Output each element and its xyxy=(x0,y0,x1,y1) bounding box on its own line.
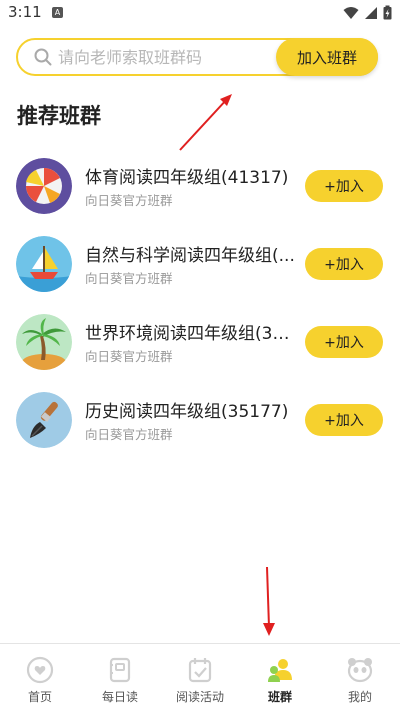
notebook-icon xyxy=(109,657,131,683)
battery-icon xyxy=(383,5,392,20)
group-title: 体育阅读四年级组(41317) xyxy=(85,168,289,188)
signal-icon xyxy=(365,6,377,19)
status-icons xyxy=(343,5,392,20)
annotation-arrow-nav xyxy=(263,566,275,636)
group-row[interactable]: 历史阅读四年级组(35177) 向日葵官方班群 +加入 xyxy=(0,392,400,452)
group-title: 自然与科学阅读四年级组(... xyxy=(85,246,295,266)
panda-face-icon xyxy=(347,658,373,683)
nav-item-reading-activity[interactable]: 阅读活动 xyxy=(160,656,240,705)
group-title: 历史阅读四年级组(35177) xyxy=(85,402,289,422)
join-group-button[interactable]: +加入 xyxy=(305,170,383,202)
nav-item-mine[interactable]: 我的 xyxy=(320,656,400,705)
search-bar: 加入班群 xyxy=(16,38,378,76)
group-subtitle: 向日葵官方班群 xyxy=(85,349,173,364)
nav-label: 我的 xyxy=(347,690,372,704)
calendar-check-icon xyxy=(188,658,212,683)
search-icon xyxy=(34,48,52,66)
notification-badge: A xyxy=(52,7,63,18)
group-subtitle: 向日葵官方班群 xyxy=(85,193,173,208)
bottom-nav: 首页 每日读 阅读活动 班群 我的 xyxy=(0,643,400,711)
palm-tree-icon xyxy=(16,314,72,370)
beach-ball-icon xyxy=(16,158,72,214)
group-row[interactable]: 自然与科学阅读四年级组(... 向日葵官方班群 +加入 xyxy=(0,236,400,296)
join-group-button[interactable]: +加入 xyxy=(305,326,383,358)
status-time: 3:11 xyxy=(8,3,42,21)
class-code-input[interactable] xyxy=(58,40,278,74)
nav-label: 每日读 xyxy=(101,690,138,704)
wifi-icon xyxy=(343,6,359,19)
home-heart-icon xyxy=(26,656,54,684)
group-row[interactable]: 世界环境阅读四年级组(33... 向日葵官方班群 +加入 xyxy=(0,314,400,374)
nav-item-daily-reading[interactable]: 每日读 xyxy=(80,656,160,705)
group-subtitle: 向日葵官方班群 xyxy=(85,271,173,286)
section-title: 推荐班群 xyxy=(17,104,101,128)
sailboat-icon xyxy=(16,236,72,292)
nav-item-class-group[interactable]: 班群 xyxy=(240,656,320,705)
join-group-button[interactable]: +加入 xyxy=(305,248,383,280)
nav-label: 首页 xyxy=(27,690,52,704)
nav-label: 阅读活动 xyxy=(175,690,224,704)
status-bar: 3:11 A xyxy=(0,0,400,26)
group-row[interactable]: 体育阅读四年级组(41317) 向日葵官方班群 +加入 xyxy=(0,158,400,218)
class-group-icon xyxy=(268,659,292,682)
group-subtitle: 向日葵官方班群 xyxy=(85,427,173,442)
brush-icon xyxy=(16,392,72,448)
join-class-button[interactable]: 加入班群 xyxy=(276,38,378,76)
group-title: 世界环境阅读四年级组(33... xyxy=(85,324,295,344)
annotation-arrow-search xyxy=(179,94,232,151)
nav-label: 班群 xyxy=(267,690,292,704)
nav-item-home[interactable]: 首页 xyxy=(0,656,80,705)
join-group-button[interactable]: +加入 xyxy=(305,404,383,436)
